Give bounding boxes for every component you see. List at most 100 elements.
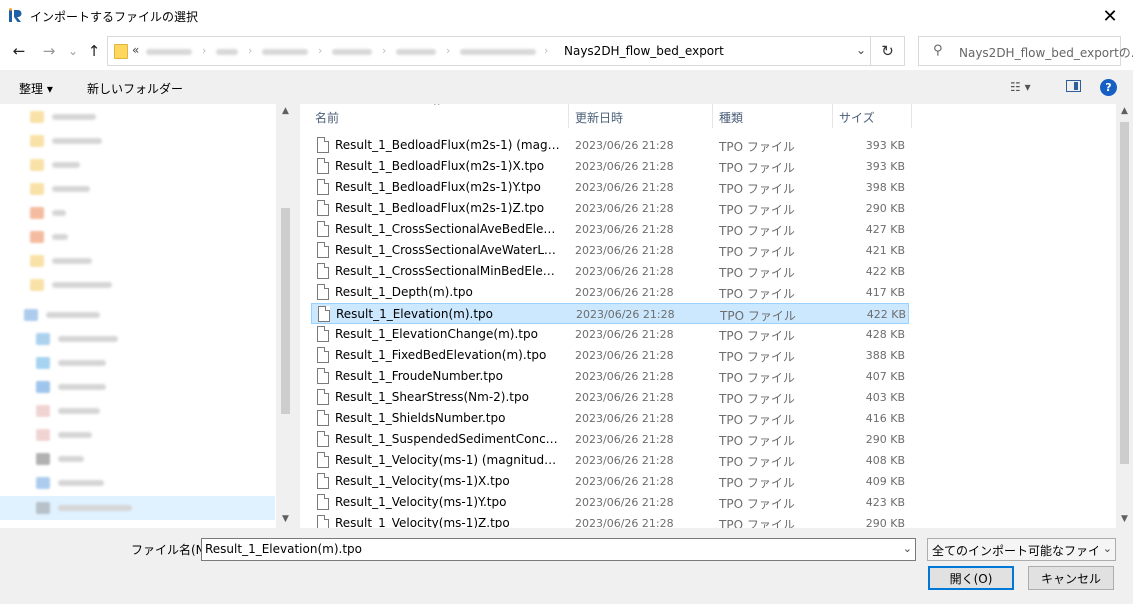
chevron-down-icon[interactable]: ⌄ [903, 542, 912, 555]
file-row[interactable]: Result_1_Depth(m).tpo 2023/06/26 21:28 TPO… [311, 282, 909, 303]
up-folder-button[interactable]: ↑ [84, 40, 104, 62]
nav-item-label [52, 234, 68, 240]
scroll-up-icon[interactable]: ▲ [280, 106, 291, 116]
nav-item[interactable] [30, 158, 80, 172]
file-row[interactable]: Result_1_ElevationChange(m).tpo 2023/06/2… [311, 324, 909, 345]
file-row[interactable]: Result_1_CrossSectionalMinBedElev(m).tpo… [311, 261, 909, 282]
nav-item[interactable] [30, 254, 92, 268]
file-icon [317, 410, 329, 426]
file-row-selected[interactable]: Result_1_Elevation(m).tpo 2023/06/26 21:2… [311, 303, 909, 324]
file-row[interactable]: Result_1_CrossSectionalAveWaterLevel(m..… [311, 240, 909, 261]
file-row[interactable]: Result_1_Velocity(ms-1) (magnitude).tpo 2… [311, 450, 909, 471]
file-type-filter-select[interactable]: 全てのインポート可能なファイル (*.tp ⌄ [927, 538, 1116, 561]
nav-item[interactable] [30, 134, 102, 148]
folder-icon [114, 44, 128, 59]
file-icon [317, 263, 329, 279]
file-type: TPO ファイル [719, 224, 795, 238]
address-bar[interactable]: « › › › › › › Nays2DH_flow_bed_export ⌄ [107, 36, 871, 66]
nav-item[interactable] [36, 452, 84, 466]
breadcrumb-segment[interactable] [262, 49, 308, 55]
back-button[interactable]: ← [9, 40, 29, 62]
navigation-pane-scrollbar[interactable]: ▲ ▼ [276, 104, 295, 528]
file-row[interactable]: Result_1_FroudeNumber.tpo 2023/06/26 21:2… [311, 366, 909, 387]
scrollbar-thumb[interactable] [1120, 122, 1129, 464]
nav-item[interactable] [24, 308, 100, 322]
search-box[interactable]: ⚲ Nays2DH_flow_bed_exportの... [918, 36, 1133, 66]
nav-item[interactable] [36, 476, 104, 490]
new-folder-button[interactable]: 新しいフォルダー [87, 80, 183, 97]
file-row[interactable]: Result_1_Velocity(ms-1)X.tpo 2023/06/26 2… [311, 471, 909, 492]
file-icon [317, 347, 329, 363]
help-icon[interactable]: ? [1100, 79, 1117, 96]
file-size: 393 KB [865, 160, 905, 173]
breadcrumb-segment[interactable] [332, 49, 372, 55]
open-button[interactable]: 開く(O) [928, 566, 1014, 590]
forward-button[interactable]: → [39, 40, 59, 62]
file-modified: 2023/06/26 21:28 [575, 181, 674, 194]
nav-item[interactable] [30, 182, 90, 196]
file-name: Result_1_CrossSectionalAveWaterLevel(m..… [335, 243, 561, 257]
current-folder-crumb[interactable]: Nays2DH_flow_bed_export [564, 44, 724, 58]
scroll-down-icon[interactable]: ▼ [1119, 514, 1130, 524]
scrollbar-thumb[interactable] [281, 208, 290, 414]
nav-item[interactable] [36, 380, 106, 394]
nav-item[interactable] [36, 501, 132, 515]
file-row[interactable]: Result_1_Velocity(ms-1)Z.tpo 2023/06/26 2… [311, 513, 909, 528]
nav-item[interactable] [36, 428, 92, 442]
file-row[interactable]: Result_1_SuspendedSedimentConcentrati...… [311, 429, 909, 450]
column-separator[interactable] [712, 104, 713, 128]
file-name: Result_1_Elevation(m).tpo [336, 307, 493, 321]
column-header-name[interactable]: 名前 [315, 104, 339, 131]
nav-item[interactable] [36, 332, 118, 346]
window-title: インポートするファイルの選択 [30, 10, 199, 24]
file-row[interactable]: Result_1_ShieldsNumber.tpo 2023/06/26 21:… [311, 408, 909, 429]
recent-locations-button[interactable]: ⌄ [63, 40, 83, 62]
pc-icon [24, 309, 38, 321]
address-history-dropdown[interactable]: ⌄ [856, 43, 866, 57]
file-list-scrollbar[interactable]: ▲ ▼ [1116, 104, 1133, 528]
column-separator[interactable] [832, 104, 833, 128]
scroll-down-icon[interactable]: ▼ [280, 514, 291, 524]
organize-menu[interactable]: 整理 ▾ [19, 80, 53, 97]
scroll-up-icon[interactable]: ▲ [1119, 106, 1130, 116]
file-row[interactable]: Result_1_BedloadFlux(m2s-1)X.tpo 2023/06/… [311, 156, 909, 177]
breadcrumb-segment[interactable] [146, 49, 192, 55]
preview-pane-icon[interactable] [1066, 80, 1081, 92]
nav-item[interactable] [30, 278, 112, 292]
nav-item[interactable] [30, 110, 96, 124]
file-icon [317, 179, 329, 195]
refresh-button[interactable]: ↻ [871, 36, 905, 66]
nav-item[interactable] [36, 356, 106, 370]
file-type: TPO ファイル [719, 413, 795, 427]
close-button[interactable]: ✕ [1087, 0, 1133, 32]
file-row[interactable]: Result_1_ShearStress(Nm-2).tpo 2023/06/26… [311, 387, 909, 408]
column-separator[interactable] [568, 104, 569, 128]
file-row[interactable]: Result_1_FixedBedElevation(m).tpo 2023/06… [311, 345, 909, 366]
chevron-down-icon[interactable]: ⌄ [1102, 542, 1112, 555]
column-header-modified[interactable]: 更新日時 [575, 104, 623, 131]
column-header-type[interactable]: 種類 [719, 104, 743, 131]
cancel-button[interactable]: キャンセル [1028, 566, 1114, 590]
file-row[interactable]: Result_1_BedloadFlux(m2s-1) (magnitude..… [311, 135, 909, 156]
nav-item[interactable] [30, 206, 66, 220]
file-row[interactable]: Result_1_CrossSectionalAveBedElev(m).tpo… [311, 219, 909, 240]
nav-item[interactable] [30, 230, 68, 244]
nav-item-label [52, 186, 90, 192]
videos-icon [36, 453, 50, 465]
column-header-size[interactable]: サイズ [839, 104, 875, 131]
file-type: TPO ファイル [719, 182, 795, 196]
column-separator[interactable] [911, 104, 912, 128]
filename-input[interactable]: Result_1_Elevation(m).tpo ⌄ [201, 538, 916, 561]
breadcrumb-segment[interactable] [216, 49, 238, 55]
crumb-overflow-button[interactable]: « [132, 43, 139, 57]
file-row[interactable]: Result_1_BedloadFlux(m2s-1)Z.tpo 2023/06/… [311, 198, 909, 219]
file-row[interactable]: Result_1_BedloadFlux(m2s-1)Y.tpo 2023/06/… [311, 177, 909, 198]
file-type: TPO ファイル [719, 455, 795, 469]
breadcrumb-segment[interactable] [460, 49, 536, 55]
nav-item[interactable] [36, 404, 100, 418]
view-options-icon[interactable]: ☷ ▾ [1010, 80, 1031, 94]
nav-item-label [58, 360, 106, 366]
file-row[interactable]: Result_1_Velocity(ms-1)Y.tpo 2023/06/26 2… [311, 492, 909, 513]
breadcrumb-segment[interactable] [396, 49, 436, 55]
nav-item-label [52, 138, 102, 144]
